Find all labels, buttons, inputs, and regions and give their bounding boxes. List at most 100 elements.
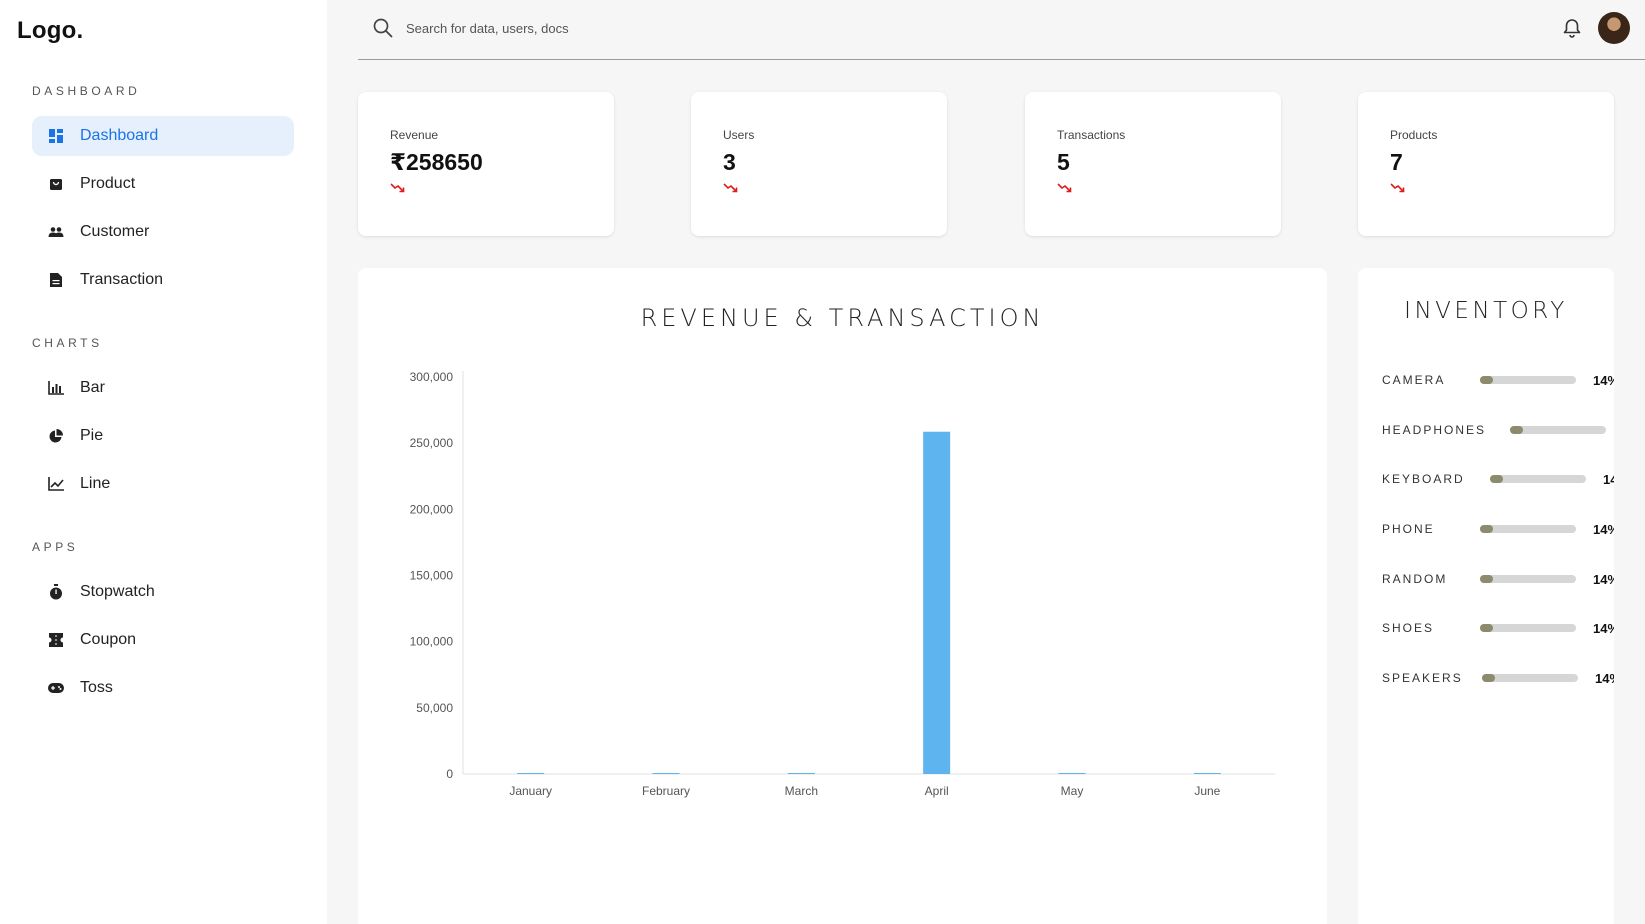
y-tick-label: 150,000 <box>410 569 454 583</box>
x-tick-label: April <box>925 784 949 798</box>
bar-may <box>1058 773 1086 774</box>
inventory-progress-bar <box>1480 624 1576 632</box>
stat-label: Transactions <box>1057 128 1126 142</box>
inventory-row-phone: PHONE 14% <box>1382 519 1614 539</box>
line-chart-icon <box>48 476 64 492</box>
sidebar-item-label: Stopwatch <box>80 583 155 600</box>
stat-label: Products <box>1390 128 1438 142</box>
x-tick-label: January <box>509 784 552 798</box>
search-input[interactable] <box>406 14 1006 42</box>
x-tick-label: March <box>785 784 818 798</box>
trend-down-icon <box>1390 181 1406 193</box>
inventory-item-percent: 14% <box>1593 521 1614 537</box>
stat-value: 3 <box>723 149 736 175</box>
top-bar <box>358 0 1645 60</box>
inventory-progress-bar <box>1480 575 1576 583</box>
sidebar: Logo. DASHBOARD Dashboard Product Custom… <box>0 0 327 924</box>
y-tick-label: 100,000 <box>410 635 454 649</box>
inventory-item-name: SHOES <box>1382 621 1435 635</box>
sidebar-item-customer[interactable]: Customer <box>32 212 294 252</box>
bar-april <box>923 431 951 774</box>
inventory-item-name: SPEAKERS <box>1382 671 1463 685</box>
sidebar-item-label: Product <box>80 175 136 192</box>
gamepad-icon <box>48 680 64 696</box>
bar-march <box>787 773 815 774</box>
sidebar-item-bar[interactable]: Bar <box>32 368 294 408</box>
inventory-progress-fill <box>1490 475 1504 483</box>
bar-february <box>652 773 680 774</box>
y-tick-label: 50,000 <box>416 701 453 715</box>
x-tick-label: June <box>1194 784 1220 798</box>
stat-value: ₹258650 <box>390 149 483 175</box>
bar-chart-icon <box>48 380 64 396</box>
sidebar-item-product[interactable]: Product <box>32 164 294 204</box>
inventory-panel: INVENTORY CAMERA14%HEADPHONES14%KEYBOARD… <box>1358 268 1614 924</box>
coupon-icon <box>48 632 64 648</box>
search-icon[interactable] <box>372 17 394 39</box>
sidebar-item-label: Pie <box>80 427 104 444</box>
sidebar-item-label: Toss <box>80 679 113 696</box>
inventory-row-speakers: SPEAKERS 14% <box>1382 668 1614 688</box>
sidebar-item-pie[interactable]: Pie <box>32 416 294 456</box>
inventory-progress-fill <box>1510 426 1524 434</box>
bell-icon[interactable] <box>1561 17 1583 39</box>
bar-january <box>517 773 545 774</box>
logo: Logo. <box>17 17 84 44</box>
inventory-item-name: HEADPHONES <box>1382 423 1487 437</box>
sidebar-item-label: Coupon <box>80 631 137 648</box>
stat-card-revenue: Revenue ₹258650 <box>358 92 614 236</box>
y-tick-label: 300,000 <box>410 370 454 384</box>
inventory-progress-fill <box>1480 525 1494 533</box>
inventory-item-name: PHONE <box>1382 522 1435 536</box>
document-icon <box>48 272 64 288</box>
inventory-item-percent: 14% <box>1593 571 1614 587</box>
inventory-row-keyboard: KEYBOARD 14% <box>1382 469 1614 489</box>
inventory-item-percent: 14% <box>1595 670 1614 686</box>
inventory-progress-fill <box>1480 624 1494 632</box>
section-title-apps: APPS <box>32 540 79 554</box>
stat-value: 5 <box>1057 149 1070 175</box>
inventory-progress-bar <box>1482 674 1578 682</box>
sidebar-item-label: Bar <box>80 379 105 396</box>
people-icon <box>48 224 64 240</box>
inventory-item-percent: 14% <box>1603 471 1614 487</box>
stopwatch-icon <box>48 584 64 600</box>
inventory-row-camera: CAMERA 14% <box>1382 370 1614 390</box>
avatar[interactable] <box>1598 12 1630 44</box>
sidebar-item-toss[interactable]: Toss <box>32 668 294 708</box>
inventory-title: INVENTORY <box>1404 298 1568 324</box>
sidebar-item-label: Customer <box>80 223 150 240</box>
inventory-progress-bar <box>1480 376 1576 384</box>
inventory-row-shoes: SHOES 14% <box>1382 618 1614 638</box>
inventory-progress-fill <box>1480 575 1494 583</box>
inventory-progress-bar <box>1510 426 1606 434</box>
sidebar-item-label: Transaction <box>80 271 163 288</box>
y-tick-label: 0 <box>446 767 453 781</box>
inventory-item-name: KEYBOARD <box>1382 472 1465 486</box>
bag-icon <box>48 176 64 192</box>
inventory-progress-fill <box>1482 674 1496 682</box>
inventory-item-name: RANDOM <box>1382 572 1448 586</box>
x-tick-label: February <box>642 784 690 798</box>
x-tick-label: May <box>1061 784 1084 798</box>
section-title-dashboard: DASHBOARD <box>32 84 141 98</box>
stat-card-users: Users 3 <box>691 92 947 236</box>
inventory-row-headphones: HEADPHONES14% <box>1382 420 1614 440</box>
y-tick-label: 200,000 <box>410 502 454 516</box>
stat-label: Revenue <box>390 128 439 142</box>
sidebar-item-transaction[interactable]: Transaction <box>32 260 294 300</box>
sidebar-item-stopwatch[interactable]: Stopwatch <box>32 572 294 612</box>
sidebar-item-line[interactable]: Line <box>32 464 294 504</box>
stat-label: Users <box>723 128 755 142</box>
revenue-transaction-chart-panel: REVENUE & TRANSACTION 0 50,000 100,000 150,… <box>358 268 1327 924</box>
inventory-progress-fill <box>1480 376 1494 384</box>
stat-value: 7 <box>1390 149 1403 175</box>
inventory-item-percent: 14% <box>1593 372 1614 388</box>
dashboard-icon <box>48 128 64 144</box>
sidebar-item-coupon[interactable]: Coupon <box>32 620 294 660</box>
sidebar-item-dashboard[interactable]: Dashboard <box>32 116 294 156</box>
trend-down-icon <box>723 181 739 193</box>
inventory-item-percent: 14% <box>1593 620 1614 636</box>
sidebar-item-label: Dashboard <box>80 127 159 144</box>
trend-down-icon <box>390 181 406 193</box>
